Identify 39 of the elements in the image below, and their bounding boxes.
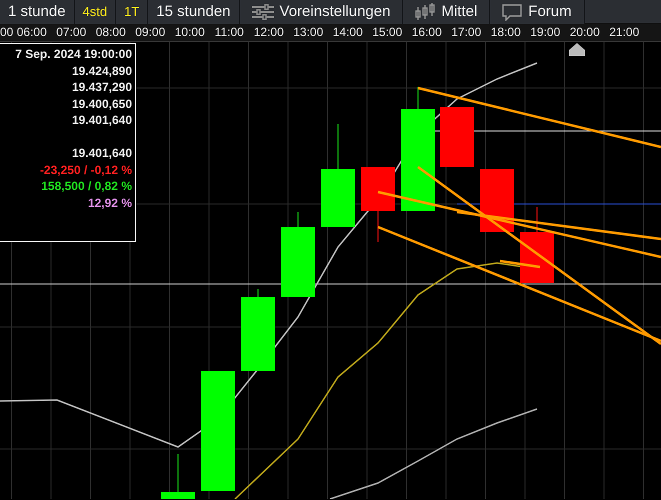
timeframe-button[interactable]: 15 stunden: [148, 0, 240, 24]
time-label: 17:00: [450, 24, 482, 41]
time-label: 15:00: [371, 24, 404, 41]
sliders-icon: [252, 4, 274, 20]
menu-button[interactable]: Forum: [490, 0, 585, 24]
chat-icon: [502, 4, 522, 20]
time-label: 09:00: [134, 24, 166, 41]
time-label: 13:00: [292, 24, 324, 41]
value-label: 19.401,640: [70, 145, 132, 162]
time-label: 16:00: [410, 24, 443, 41]
timeframe-button[interactable]: 4std: [74, 0, 116, 24]
time-label: 00: [0, 24, 12, 41]
value-label: -23,250 / -0,12 %: [38, 162, 132, 178]
value-label: 12,92 %: [86, 194, 132, 211]
candle: [440, 106, 474, 168]
date-label: 7 Sep. 2024 19:00:00: [14, 46, 132, 62]
timeframe-button[interactable]: 1T: [116, 0, 148, 24]
time-label: 10:00: [174, 24, 206, 41]
time-label: 18:00: [490, 24, 522, 41]
menu-button[interactable]: Voreinstellungen: [240, 0, 404, 24]
value-label: 19.401,640: [70, 112, 132, 128]
menu-button[interactable]: Mittel: [403, 0, 490, 24]
candle: [161, 454, 195, 499]
time-label: 14:00: [332, 24, 364, 41]
value-label: 19.424,890: [70, 62, 132, 79]
value-label: 19.400,650: [70, 96, 132, 112]
time-label: 12:00: [252, 24, 285, 41]
time-label: 11:00: [214, 24, 245, 41]
time-label: 20:00: [568, 24, 601, 41]
time-label: 21:00: [608, 24, 640, 41]
time-label: 06:00: [16, 24, 48, 41]
candle: [480, 168, 514, 232]
time-label: 08:00: [94, 24, 127, 41]
timeframe-button[interactable]: 1 stunde: [0, 0, 75, 24]
time-label: 19:00: [529, 24, 562, 41]
value-label: 158,500 / 0,82 %: [40, 178, 132, 194]
time-label: 07:00: [55, 24, 88, 41]
candlestick-icon: [415, 3, 436, 21]
value-label: 19.437,290: [70, 79, 132, 96]
